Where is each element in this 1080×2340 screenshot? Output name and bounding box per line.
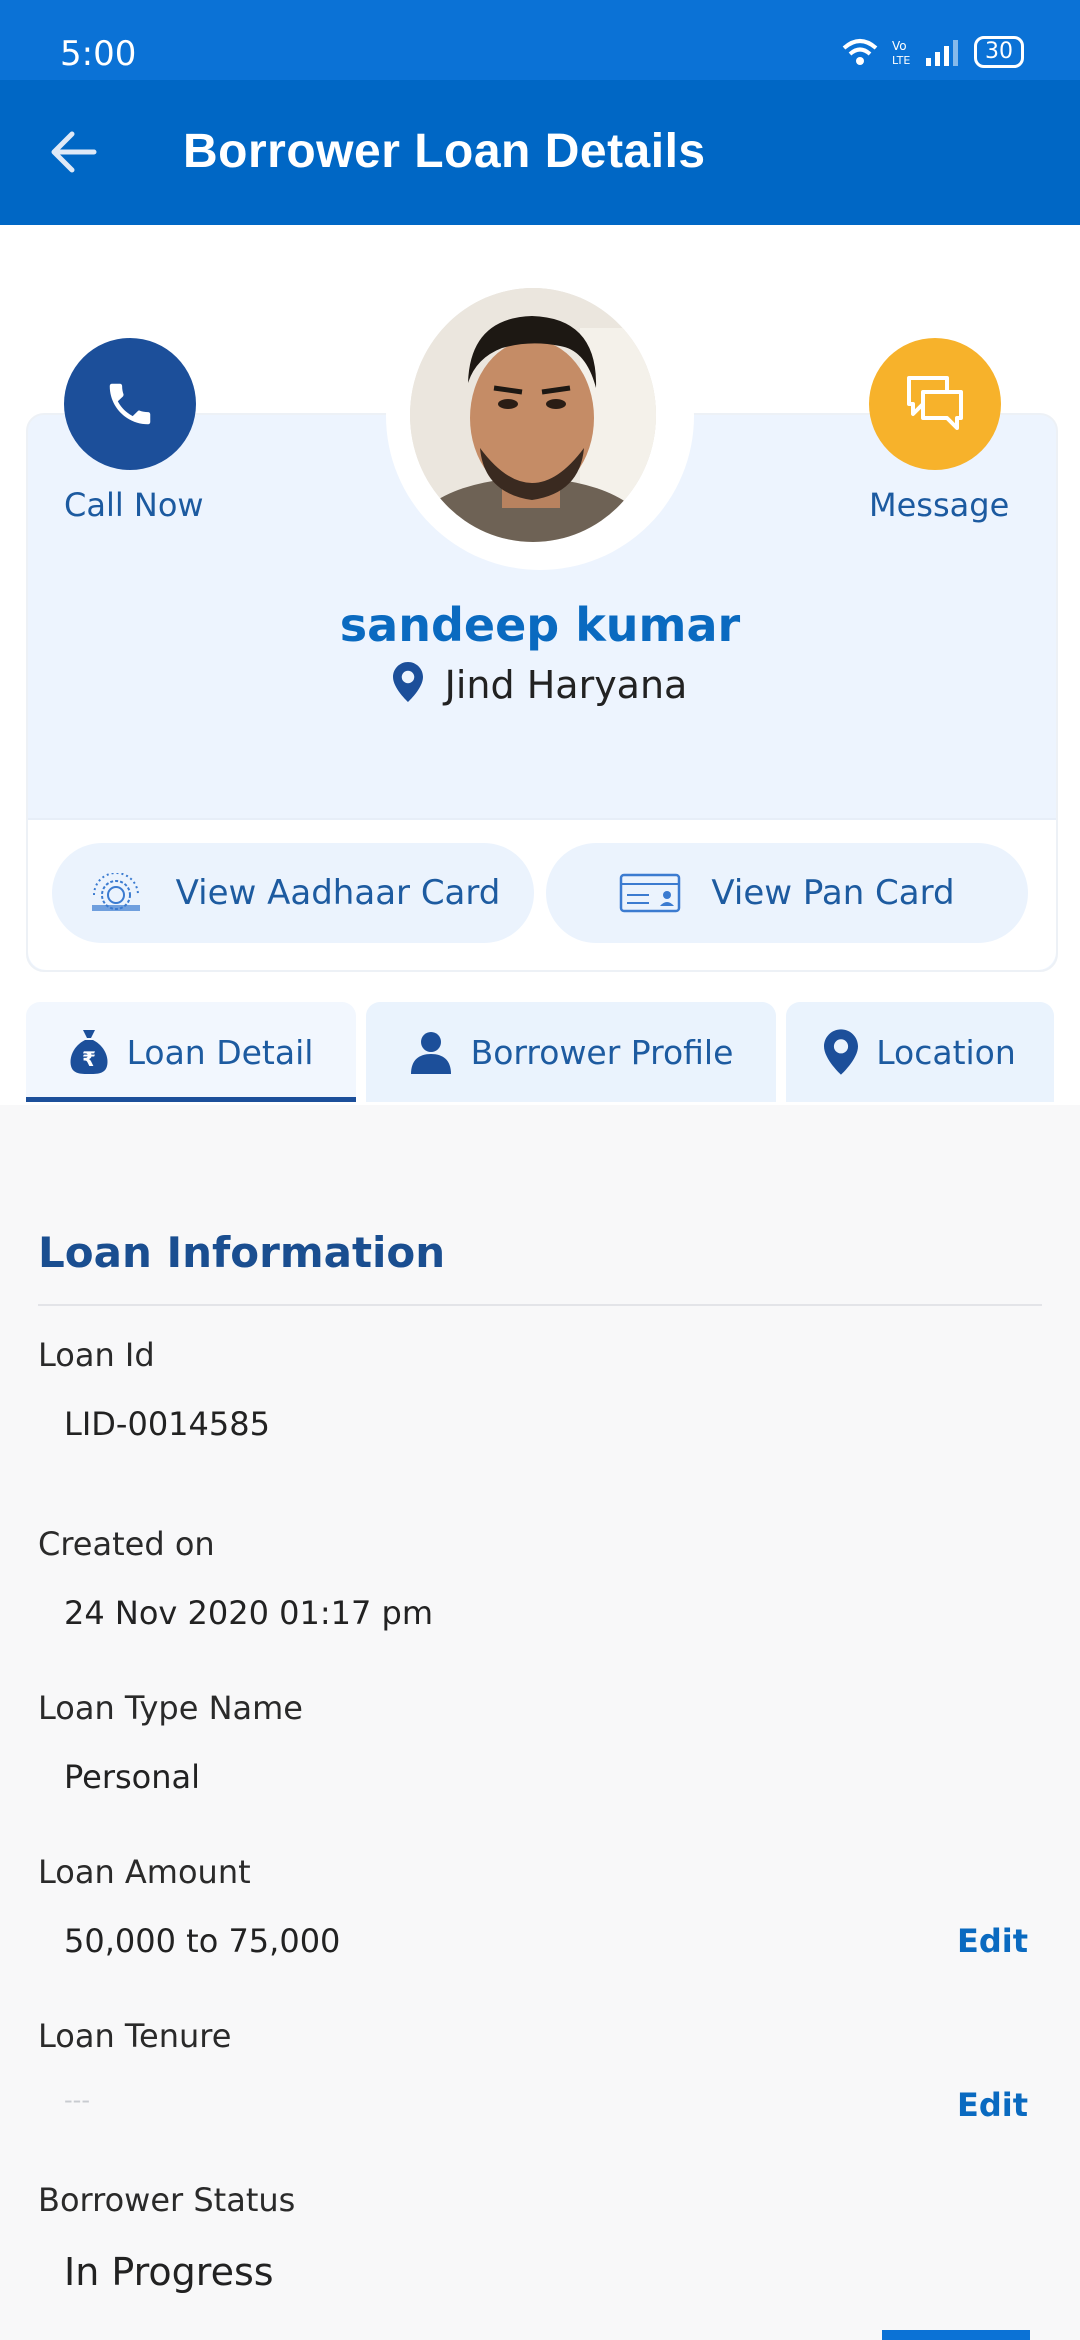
field-label-loan-amount: Loan Amount (38, 1853, 251, 1891)
field-label-loan-id: Loan Id (38, 1336, 155, 1374)
svg-text:LTE: LTE (892, 54, 910, 66)
bottom-action-button[interactable] (882, 2330, 1030, 2340)
svg-text:₹: ₹ (82, 1047, 96, 1071)
edit-loan-tenure-button[interactable]: Edit (957, 2086, 1028, 2124)
edit-loan-amount-button[interactable]: Edit (957, 1922, 1028, 1960)
app-bar: Borrower Loan Details (0, 80, 1080, 225)
call-now-label: Call Now (64, 486, 204, 524)
tab-label: Location (876, 1032, 1016, 1072)
borrower-name: sandeep kumar (339, 598, 741, 652)
battery-icon: 30 (974, 36, 1024, 68)
view-aadhaar-button[interactable]: View Aadhaar Card (52, 843, 534, 943)
status-icons: Vo LTE 30 (842, 36, 1024, 68)
status-bar: 5:00 Vo LTE 30 (0, 0, 1080, 80)
wifi-icon (842, 39, 878, 65)
field-value-loan-id: LID-0014585 (64, 1405, 270, 1443)
location-text: Jind Haryana (444, 663, 688, 707)
tab-label: Borrower Profile (470, 1032, 734, 1072)
field-value-created-on: 24 Nov 2020 01:17 pm (64, 1594, 433, 1632)
aadhaar-label: View Aadhaar Card (175, 873, 501, 913)
field-value-loan-type: Personal (64, 1758, 201, 1796)
phone-icon (109, 383, 151, 425)
aadhaar-icon (86, 873, 146, 913)
tab-location[interactable]: Location (786, 1002, 1054, 1102)
location-pin-icon (824, 1029, 859, 1075)
field-value-loan-amount: 50,000 to 75,000 (64, 1922, 341, 1960)
field-label-loan-type: Loan Type Name (38, 1689, 303, 1727)
volte-icon: VoLTE (892, 39, 910, 66)
field-value-loan-tenure: --- (64, 2086, 90, 2114)
message-button[interactable] (869, 338, 1001, 470)
person-icon (409, 1030, 453, 1074)
money-bag-icon: ₹ (69, 1028, 109, 1076)
field-value-borrower-status: In Progress (64, 2250, 274, 2294)
back-button[interactable] (48, 122, 100, 182)
arrow-left-icon (51, 131, 97, 173)
divider (38, 1304, 1042, 1306)
status-time: 5:00 (60, 34, 137, 74)
id-card-icon (619, 873, 681, 913)
tab-label: Loan Detail (126, 1032, 314, 1072)
svg-text:Vo: Vo (892, 39, 907, 53)
field-label-loan-tenure: Loan Tenure (38, 2017, 232, 2055)
field-label-created-on: Created on (38, 1525, 215, 1563)
signal-icon (926, 40, 958, 66)
tab-loan-detail[interactable]: ₹ Loan Detail (26, 1002, 356, 1102)
active-tab-indicator (26, 1097, 356, 1102)
borrower-location: Jind Haryana (0, 662, 1080, 707)
pan-label: View Pan Card (711, 873, 955, 913)
view-pan-button[interactable]: View Pan Card (546, 843, 1028, 943)
field-label-borrower-status: Borrower Status (38, 2181, 296, 2219)
chat-icon (907, 376, 963, 430)
avatar-photo (410, 288, 656, 542)
page-title: Borrower Loan Details (183, 125, 706, 178)
location-pin-icon (392, 662, 423, 702)
tab-borrower-profile[interactable]: Borrower Profile (366, 1002, 776, 1102)
section-title: Loan Information (38, 1228, 446, 1277)
avatar (410, 288, 656, 542)
message-label: Message (869, 486, 1010, 524)
call-now-button[interactable] (64, 338, 196, 470)
